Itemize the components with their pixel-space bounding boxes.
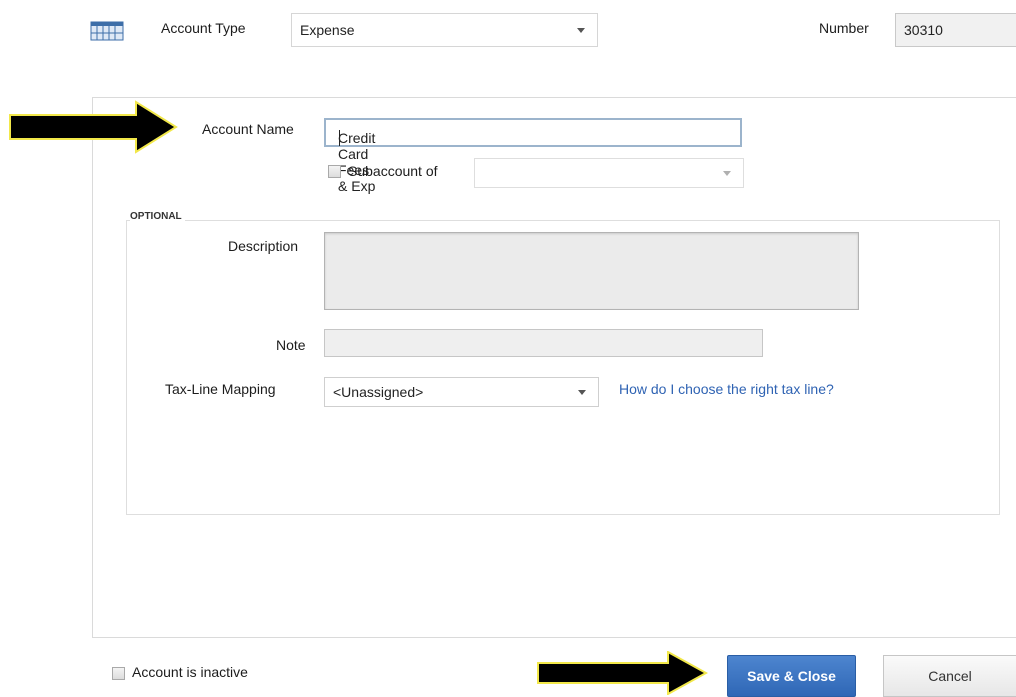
save-and-close-button[interactable]: Save & Close (727, 655, 856, 697)
subaccount-dropdown[interactable] (474, 158, 744, 188)
account-inactive-checkbox[interactable] (112, 667, 125, 680)
description-label: Description (228, 238, 299, 254)
note-label: Note (276, 337, 306, 353)
dropdown-arrow-icon (578, 390, 586, 395)
annotation-arrow-icon (9, 100, 178, 154)
annotation-arrow-icon (537, 651, 708, 695)
subaccount-label[interactable]: Subaccount of (348, 163, 438, 179)
account-name-label: Account Name (202, 121, 294, 137)
dropdown-arrow-icon (723, 171, 731, 176)
account-type-label: Account Type (161, 20, 246, 36)
note-input[interactable] (324, 329, 763, 357)
account-inactive-label[interactable]: Account is inactive (132, 664, 248, 680)
account-name-input[interactable]: Credit Card Fees & Exp (324, 118, 742, 194)
cancel-button[interactable]: Cancel (883, 655, 1016, 697)
optional-section-title: OPTIONAL (130, 211, 185, 222)
account-type-value: Expense (300, 22, 355, 38)
tax-line-value: <Unassigned> (333, 384, 424, 400)
subaccount-checkbox[interactable] (328, 165, 341, 178)
description-textarea[interactable] (324, 232, 859, 310)
account-type-dropdown[interactable]: Expense (291, 13, 598, 47)
account-grid-icon (90, 21, 124, 41)
dropdown-arrow-icon (577, 28, 585, 33)
tax-line-mapping-dropdown[interactable]: <Unassigned> (324, 377, 599, 407)
number-value: 30310 (904, 22, 943, 38)
tax-line-help-link[interactable]: How do I choose the right tax line? (619, 381, 834, 397)
number-field[interactable]: 30310 (895, 13, 1016, 47)
account-name-value: Credit Card Fees & Exp (338, 130, 376, 194)
tax-line-mapping-label: Tax-Line Mapping (165, 381, 276, 397)
number-label: Number (819, 20, 869, 36)
